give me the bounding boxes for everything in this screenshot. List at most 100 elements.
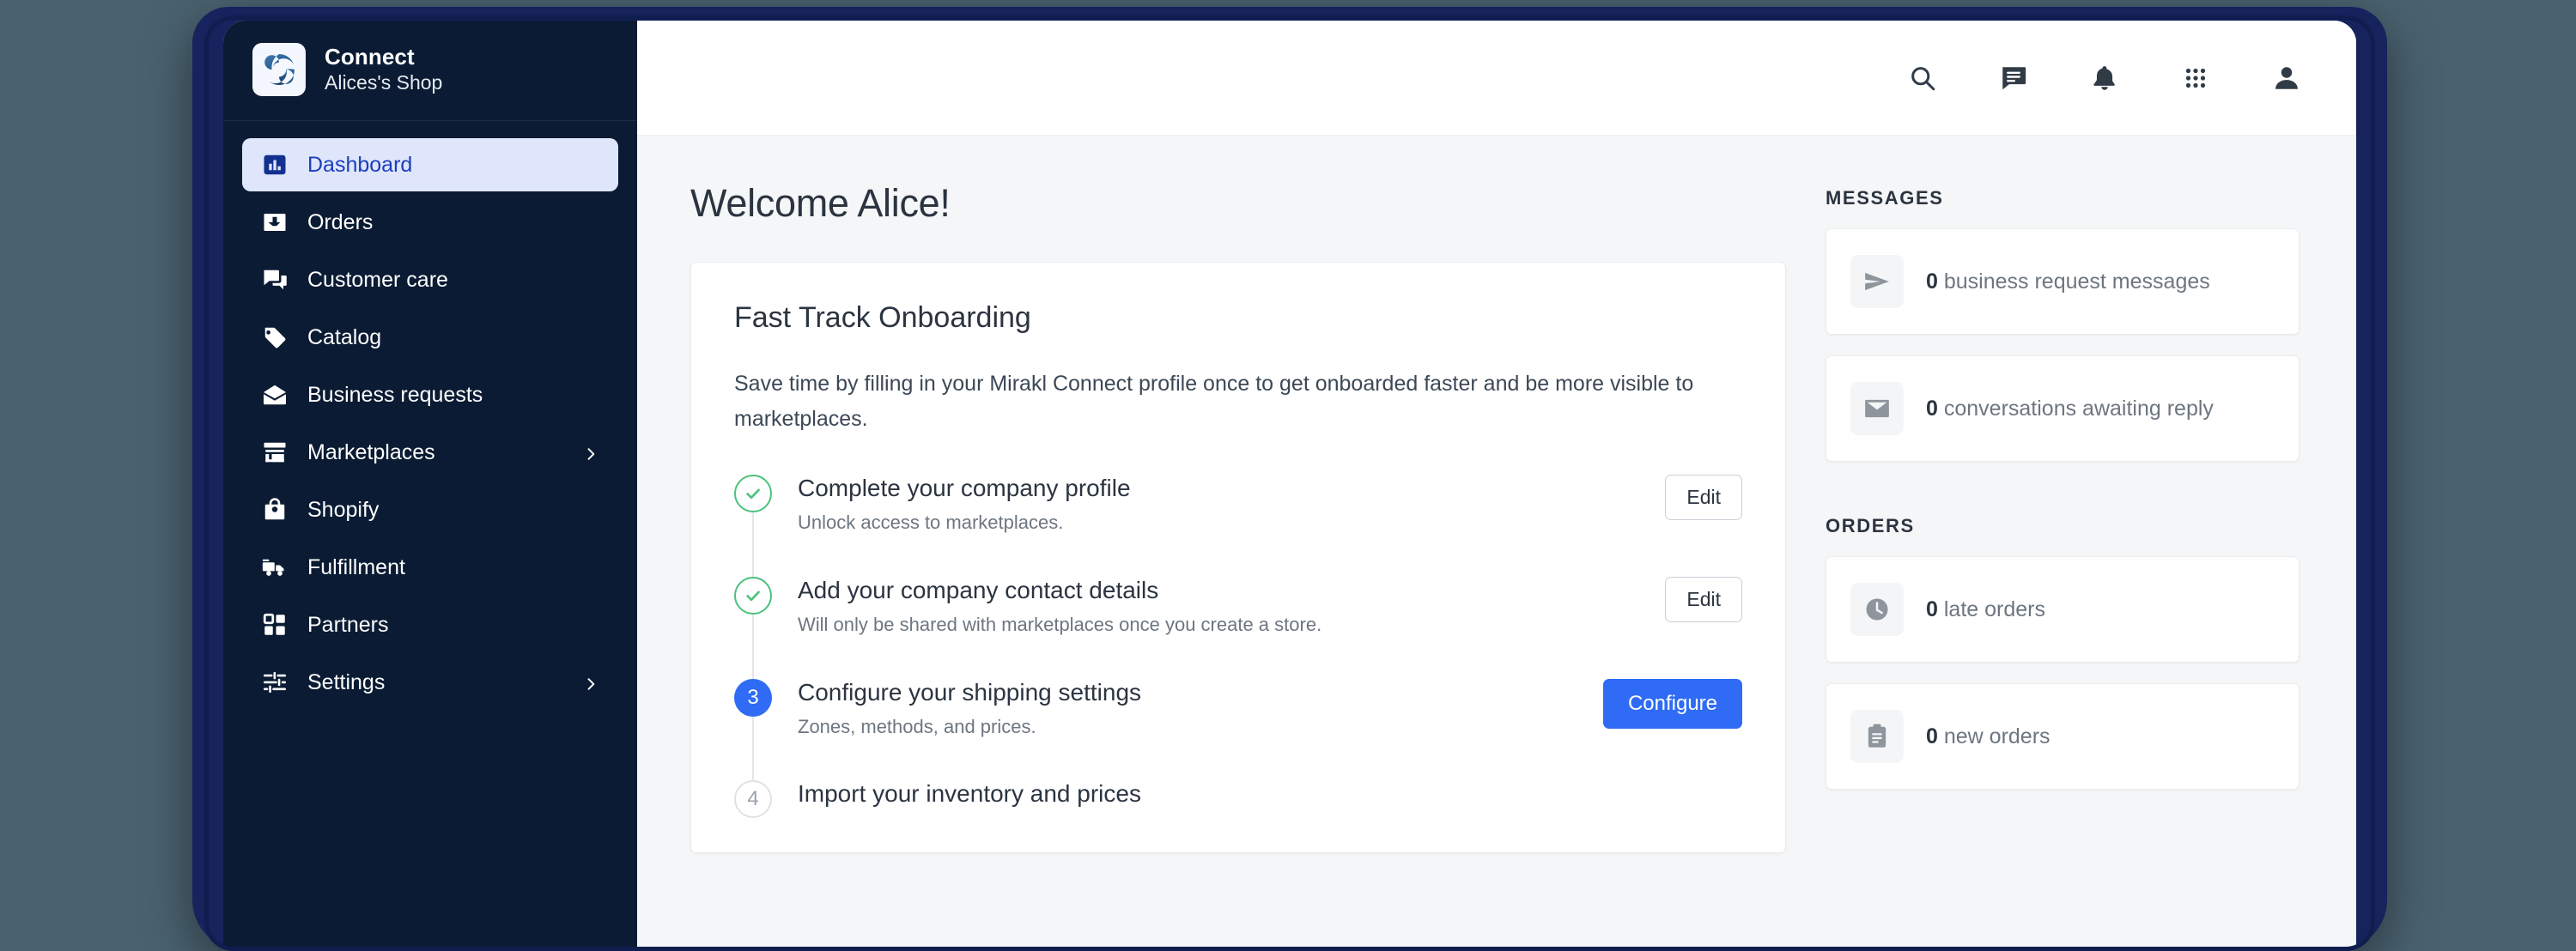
chat-bubbles-icon (261, 266, 289, 294)
fast-track-onboarding-card: Fast Track Onboarding Save time by filli… (690, 262, 1786, 854)
sidebar-item-orders[interactable]: Orders (242, 196, 618, 249)
rail-stat-text: 0 conversations awaiting reply (1926, 396, 2214, 421)
orders-section-heading: ORDERS (1826, 515, 1915, 536)
step-action: Edit (1665, 575, 1742, 622)
onboarding-step: Complete your company profile Unlock acce… (734, 473, 1742, 577)
step-subtitle: Unlock access to marketplaces. (798, 512, 1064, 534)
rail-stat-card[interactable]: 0 business request messages (1826, 228, 2300, 335)
step-subtitle: Will only be shared with marketplaces on… (798, 613, 1322, 635)
send-plane-icon (1850, 255, 1904, 308)
onboarding-description: Save time by filling in your Mirakl Conn… (734, 372, 1694, 431)
rail-stat-text: 0 business request messages (1926, 269, 2210, 294)
sidebar-item-label: Shopify (307, 497, 380, 522)
messages-section-heading: MESSAGES (1826, 187, 1944, 209)
sidebar-item-customer-care[interactable]: Customer care (242, 253, 618, 306)
rail-stat-text: 0 late orders (1926, 597, 2045, 622)
step-body: Complete your company profile Unlock acce… (798, 473, 1639, 536)
rail-stat-label: business request messages (1943, 270, 2210, 294)
step-body: Configure your shipping settings Zones, m… (798, 677, 1577, 740)
apps-grid-icon[interactable] (2176, 58, 2215, 98)
rail-stat-count: 0 (1926, 270, 1938, 294)
onboarding-step-list: Complete your company profile Unlock acce… (734, 473, 1742, 844)
rail-stat-count: 0 (1926, 397, 1938, 421)
step-body: Import your inventory and prices (798, 778, 1716, 816)
sidebar-item-partners[interactable]: Partners (242, 598, 618, 651)
sidebar-item-label: Customer care (307, 267, 448, 292)
step-connector-line (752, 716, 754, 781)
rail-stat-count: 0 (1926, 597, 1938, 621)
grid-blocks-icon (261, 611, 289, 639)
tag-icon (261, 324, 289, 351)
onboarding-step: Add your company contact details Will onl… (734, 575, 1742, 679)
device-frame: Connect Alices's Shop Dashboard Orders Cus… (192, 7, 2387, 951)
sidebar-item-shopify[interactable]: Shopify (242, 483, 618, 536)
bell-notification-icon[interactable] (2085, 58, 2124, 98)
rail-stat-label: late orders (1943, 597, 2045, 621)
step-subtitle: Zones, methods, and prices. (798, 715, 1036, 737)
sidebar-item-business-requests[interactable]: Business requests (242, 368, 618, 421)
onboarding-step: 4 Import your inventory and prices (734, 778, 1742, 844)
step-action: Edit (1665, 473, 1742, 520)
sidebar-item-label: Settings (307, 669, 386, 694)
configure-button[interactable]: Configure (1602, 678, 1742, 729)
user-account-icon[interactable] (2267, 58, 2306, 98)
sidebar-item-label: Marketplaces (307, 439, 435, 464)
brand-title: Connect (325, 44, 415, 70)
edit-button[interactable]: Edit (1665, 475, 1742, 520)
edit-button[interactable]: Edit (1665, 576, 1742, 622)
sidebar-item-dashboard[interactable]: Dashboard (242, 138, 618, 191)
sidebar: Connect Alices's Shop Dashboard Orders Cus… (223, 21, 637, 948)
content-left-column: Welcome Alice! Fast Track Onboarding Sav… (690, 184, 1786, 948)
sidebar-item-label: Business requests (307, 382, 483, 407)
onboarding-title: Fast Track Onboarding (734, 301, 1031, 334)
rail-stat-card[interactable]: 0 new orders (1826, 683, 2300, 790)
bar-chart-icon (261, 151, 289, 179)
delivery-truck-icon (261, 554, 289, 581)
step-complete-check-icon (734, 576, 772, 615)
sidebar-item-catalog[interactable]: Catalog (242, 311, 618, 364)
content-right-rail: MESSAGES 0 business request messages 0 co… (1826, 184, 2300, 948)
brand-subtitle: Alices's Shop (325, 71, 443, 94)
sidebar-item-fulfillment[interactable]: Fulfillment (242, 541, 618, 594)
chevron-right-icon[interactable] (582, 444, 599, 461)
step-number-badge: 3 (734, 678, 772, 717)
step-title: Import your inventory and prices (798, 780, 1141, 808)
rail-stat-count: 0 (1926, 724, 1938, 748)
rail-stat-card[interactable]: 0 late orders (1826, 556, 2300, 663)
sidebar-item-marketplaces[interactable]: Marketplaces (242, 426, 618, 479)
page-content: Welcome Alice! Fast Track Onboarding Sav… (637, 136, 2356, 948)
step-action: Configure (1602, 677, 1742, 729)
rail-stat-text: 0 new orders (1926, 724, 2050, 749)
step-number-badge: 4 (734, 780, 772, 819)
sidebar-item-settings[interactable]: Settings (242, 656, 618, 709)
step-body: Add your company contact details Will onl… (798, 575, 1639, 638)
sidebar-item-label: Catalog (307, 324, 382, 349)
chevron-right-icon[interactable] (582, 674, 599, 691)
envelope-icon (1850, 382, 1904, 435)
orders-card-list: 0 late orders 0 new orders (1826, 556, 2300, 810)
clipboard-icon (1850, 710, 1904, 763)
rail-stat-label: conversations awaiting reply (1943, 397, 2214, 421)
messages-card-list: 0 business request messages 0 conversatio… (1826, 228, 2300, 482)
sidebar-item-label: Fulfillment (307, 554, 405, 579)
inbox-download-icon (261, 209, 289, 236)
onboarding-step: 3 Configure your shipping settings Zones, … (734, 677, 1742, 781)
step-title: Add your company contact details (798, 576, 1159, 603)
brand-header[interactable]: Connect Alices's Shop (223, 21, 637, 121)
sidebar-item-label: Orders (307, 209, 374, 234)
step-title: Configure your shipping settings (798, 678, 1142, 706)
top-bar (637, 21, 2356, 136)
sliders-icon (261, 669, 289, 696)
clock-icon (1850, 583, 1904, 636)
sidebar-item-label: Dashboard (307, 152, 413, 177)
shopping-bag-icon (261, 496, 289, 524)
search-icon[interactable] (1903, 58, 1942, 98)
sidebar-item-label: Partners (307, 612, 389, 637)
main-region: Welcome Alice! Fast Track Onboarding Sav… (637, 21, 2356, 948)
open-envelope-icon (261, 381, 289, 409)
step-connector-line (752, 614, 754, 679)
rail-stat-card[interactable]: 0 conversations awaiting reply (1826, 355, 2300, 462)
rail-stat-label: new orders (1943, 724, 2050, 748)
step-complete-check-icon (734, 475, 772, 512)
chat-message-icon[interactable] (1994, 58, 2033, 98)
